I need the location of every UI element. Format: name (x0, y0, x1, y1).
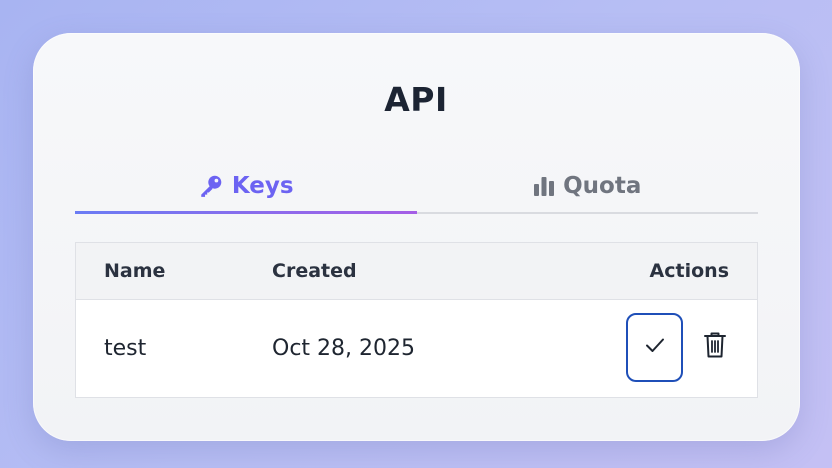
tab-quota-label: Quota (563, 173, 642, 199)
page-title: API (384, 80, 448, 119)
header-created: Created (272, 260, 357, 282)
delete-button[interactable] (700, 332, 730, 364)
tab-quota[interactable]: Quota (417, 160, 759, 212)
header-name: Name (104, 260, 166, 282)
tab-keys[interactable]: Keys (75, 160, 417, 214)
table-row: test Oct 28, 2025 (76, 300, 757, 397)
tab-bar: Keys Quota (75, 160, 758, 214)
check-icon (644, 334, 666, 362)
api-keys-table: Name Created Actions test Oct 28, 2025 (75, 242, 758, 398)
key-icon (198, 173, 224, 199)
created-date-cell: Oct 28, 2025 (272, 336, 415, 361)
tab-keys-label: Keys (231, 173, 294, 199)
trash-icon (703, 331, 727, 365)
key-name-cell: test (104, 336, 147, 361)
header-actions: Actions (649, 260, 729, 282)
table-header: Name Created Actions (76, 243, 757, 300)
confirm-button[interactable] (626, 313, 683, 382)
bar-chart-icon (533, 175, 555, 197)
